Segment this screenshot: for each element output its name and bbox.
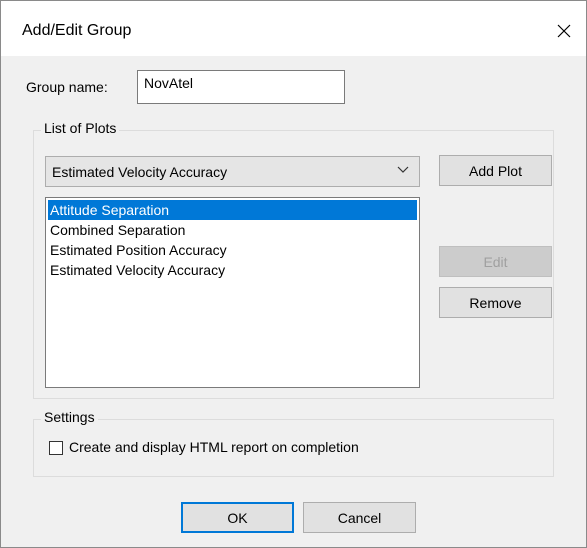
dialog-title: Add/Edit Group: [22, 22, 132, 39]
list-item[interactable]: Attitude Separation: [48, 200, 417, 220]
remove-button[interactable]: Remove: [439, 287, 552, 318]
settings-section-title: Settings: [41, 409, 98, 425]
edit-button[interactable]: Edit: [439, 246, 552, 277]
close-button[interactable]: [542, 11, 586, 51]
add-plot-button[interactable]: Add Plot: [439, 155, 552, 186]
close-icon: [557, 24, 571, 38]
html-report-checkbox[interactable]: [49, 441, 63, 455]
plot-type-combo-value: Estimated Velocity Accuracy: [52, 164, 228, 180]
cancel-button[interactable]: Cancel: [303, 502, 416, 533]
group-name-label: Group name:: [26, 79, 108, 95]
group-name-input[interactable]: NovAtel: [137, 70, 345, 104]
dialog-window: Add/Edit Group Group name: NovAtel List …: [0, 0, 587, 548]
list-item[interactable]: Combined Separation: [48, 220, 417, 240]
ok-button[interactable]: OK: [181, 502, 294, 533]
html-report-label[interactable]: Create and display HTML report on comple…: [69, 439, 359, 455]
chevron-down-icon: [397, 166, 409, 173]
plots-listbox[interactable]: Attitude Separation Combined Separation …: [45, 197, 420, 388]
plots-section-title: List of Plots: [41, 120, 120, 136]
title-bar: Add/Edit Group: [1, 1, 586, 56]
list-item[interactable]: Estimated Velocity Accuracy: [48, 260, 417, 280]
plot-type-combo[interactable]: Estimated Velocity Accuracy: [45, 156, 420, 187]
list-item[interactable]: Estimated Position Accuracy: [48, 240, 417, 260]
